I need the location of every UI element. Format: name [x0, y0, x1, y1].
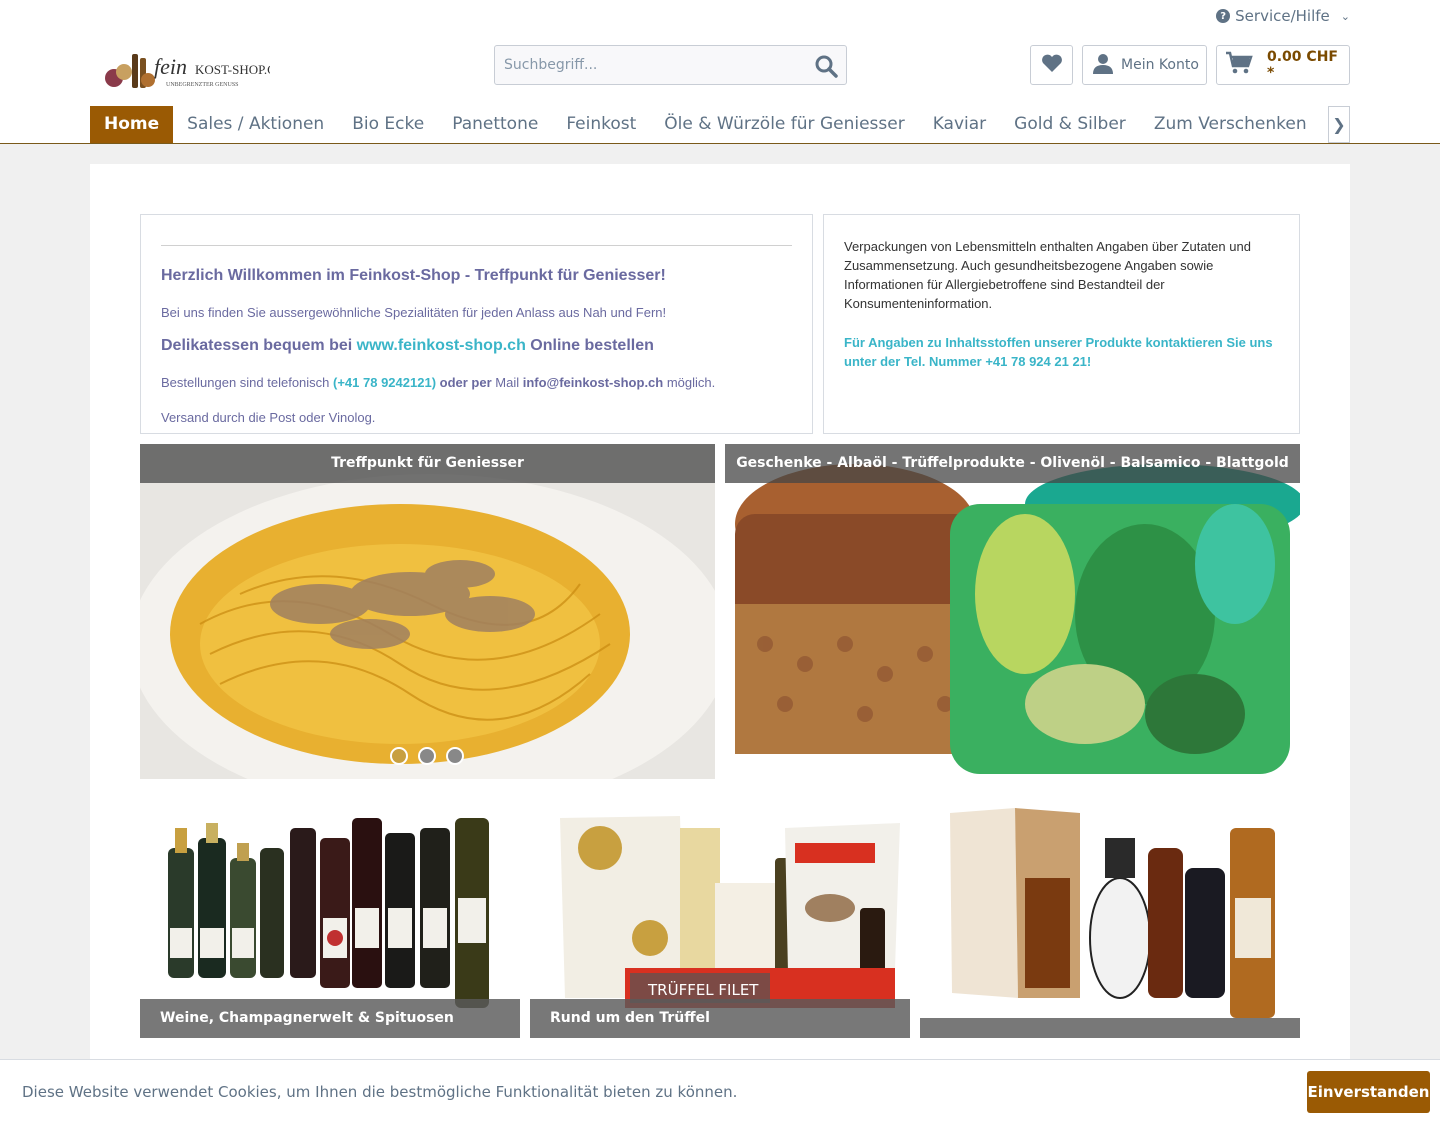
user-icon: [1091, 52, 1115, 78]
tile-caption: Weine, Champagnerwelt & Spituosen: [140, 999, 520, 1038]
nav-item-panettone[interactable]: Panettone: [438, 106, 552, 143]
chevron-down-icon: ⌄: [1340, 9, 1350, 23]
main-content: Herzlich Willkommen im Feinkost-Shop - T…: [90, 164, 1350, 1064]
heart-icon: [1041, 53, 1063, 77]
order-pre: Bestellungen sind telefonisch: [161, 375, 334, 390]
nav-item-feinkost[interactable]: Feinkost: [552, 106, 650, 143]
cookie-text: Diese Website verwendet Cookies, um Ihne…: [22, 1083, 738, 1101]
welcome-heading: Herzlich Willkommen im Feinkost-Shop - T…: [161, 267, 666, 284]
service-label: Service/Hilfe: [1235, 7, 1330, 25]
category-tile-weine[interactable]: Weine, Champagnerwelt & Spituosen: [140, 788, 520, 1038]
category-tile-trueffel[interactable]: TRÜFFEL FILET Rund um den Trüffel: [530, 788, 910, 1038]
slider-dot-2[interactable]: [418, 747, 436, 765]
order-info: Bestellungen sind telefonisch (+41 78 92…: [161, 375, 715, 390]
order-phone[interactable]: (+41 78 9242121): [333, 375, 436, 390]
trueffel-filet-text: TRÜFFEL FILET: [647, 980, 759, 999]
wishlist-button[interactable]: [1030, 45, 1073, 85]
order-mid: oder per: [436, 375, 492, 390]
shipping-info: Versand durch die Post oder Vinolog.: [161, 410, 376, 425]
nav-item-sales[interactable]: Sales / Aktionen: [173, 106, 338, 143]
svg-text:UNBEGRENZTER GENUSS: UNBEGRENZTER GENUSS: [166, 82, 239, 88]
divider: [161, 245, 792, 246]
nav-item-verschenken[interactable]: Zum Verschenken: [1140, 106, 1321, 143]
header: fein KOST-SHOP.CH UNBEGRENZTER GENUSS Me…: [0, 34, 1440, 144]
nav-item-home[interactable]: Home: [90, 106, 174, 143]
help-icon: ?: [1216, 9, 1231, 23]
slider-dot-1[interactable]: [390, 747, 408, 765]
order-mail-label: Mail: [491, 375, 523, 390]
banner-slider[interactable]: Treffpunkt für Geniesser: [140, 444, 715, 779]
search-icon[interactable]: [814, 54, 838, 78]
account-label: Mein Konto: [1121, 57, 1199, 73]
svg-text:fein: fein: [154, 54, 187, 79]
tile-caption: Rund um den Trüffel: [530, 999, 910, 1038]
shop-link[interactable]: www.feinkost-shop.ch: [357, 337, 526, 354]
delikatessen-heading: Delikatessen bequem bei www.feinkost-sho…: [161, 337, 654, 355]
banner-gifts[interactable]: Geschenke - Albaöl - Trüffelprodukte - O…: [725, 444, 1300, 779]
search-box: [494, 45, 847, 85]
account-button[interactable]: Mein Konto: [1082, 45, 1207, 85]
logo[interactable]: fein KOST-SHOP.CH UNBEGRENZTER GENUSS: [100, 42, 285, 98]
service-help-menu[interactable]: ? Service/Hilfe ⌄: [1216, 7, 1350, 25]
spirits-image: [920, 788, 1300, 1038]
banner-caption: Treffpunkt für Geniesser: [140, 444, 715, 483]
nav-item-bio-ecke[interactable]: Bio Ecke: [338, 106, 438, 143]
slider-dot-3[interactable]: [446, 747, 464, 765]
top-bar: ? Service/Hilfe ⌄: [0, 0, 1440, 34]
slider-dots: [390, 747, 464, 765]
banner-caption: Geschenke - Albaöl - Trüffelprodukte - O…: [725, 444, 1300, 483]
nav-item-kaviar[interactable]: Kaviar: [919, 106, 1000, 143]
gifts-image: [725, 444, 1300, 779]
pasta-image: [140, 444, 715, 779]
cart-icon: [1225, 51, 1253, 79]
info-box: Verpackungen von Lebensmitteln enthalten…: [823, 214, 1300, 434]
info-text: Verpackungen von Lebensmitteln enthalten…: [844, 239, 1251, 311]
welcome-box: Herzlich Willkommen im Feinkost-Shop - T…: [140, 214, 813, 434]
welcome-intro: Bei uns finden Sie aussergewöhnliche Spe…: [161, 305, 667, 320]
search-input[interactable]: [495, 46, 795, 84]
delikatessen-pre: Delikatessen bequem bei: [161, 337, 357, 354]
cookie-bar: Diese Website verwendet Cookies, um Ihne…: [0, 1059, 1440, 1123]
delikatessen-post: Online bestellen: [525, 337, 654, 354]
nav-item-oele[interactable]: Öle & Würzöle für Geniesser: [650, 106, 918, 143]
order-post: möglich.: [663, 375, 716, 390]
order-email[interactable]: info@feinkost-shop.ch: [523, 375, 664, 390]
tile-caption: [920, 1018, 1300, 1038]
main-navigation: Home Sales / Aktionen Bio Ecke Panettone…: [90, 106, 1350, 143]
nav-item-gold-silber[interactable]: Gold & Silber: [1000, 106, 1140, 143]
svg-text:KOST-SHOP.CH: KOST-SHOP.CH: [195, 62, 270, 77]
cart-price: 0.00 CHF *: [1267, 49, 1338, 81]
cookie-accept-button[interactable]: Einverstanden: [1307, 1071, 1430, 1113]
category-tile-spirituosen[interactable]: [920, 788, 1300, 1038]
cart-button[interactable]: 0.00 CHF *: [1216, 45, 1350, 85]
nav-scroll-right-icon[interactable]: ❯: [1328, 106, 1350, 143]
info-contact: Für Angaben zu Inhaltsstoffen unserer Pr…: [844, 335, 1273, 369]
